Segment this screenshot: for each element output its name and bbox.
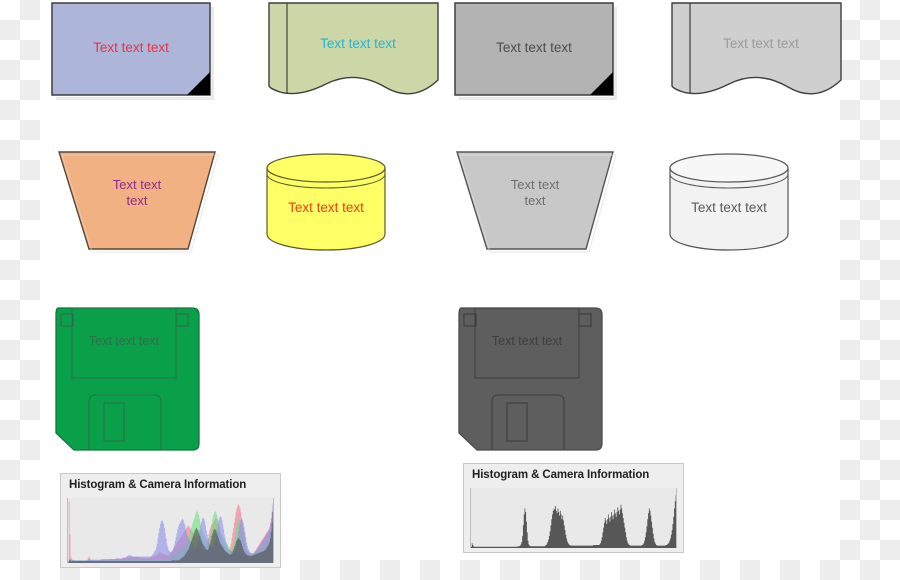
- shape-rectangle-folded-corner-color[interactable]: Text text text: [51, 2, 223, 100]
- shape-floppy-disk-gray[interactable]: Text text text: [453, 305, 609, 453]
- drop-shadow: [56, 97, 214, 100]
- shape-floppy-disk-color[interactable]: Text text text: [50, 305, 206, 453]
- histogram-panel-gray[interactable]: Histogram & Camera Information: [463, 463, 684, 553]
- histogram-title: Histogram & Camera Information: [69, 479, 247, 491]
- histogram-panel-color[interactable]: Histogram & Camera Information: [60, 473, 281, 568]
- cylinder-top-ellipse: [266, 153, 386, 183]
- drop-shadow: [459, 97, 617, 100]
- shape-cylinder-database-color[interactable]: Text text text: [265, 152, 391, 252]
- shape-inverted-trapezoid-gray[interactable]: Text text text: [456, 150, 620, 254]
- floppy-body: [55, 307, 200, 451]
- shape-inverted-trapezoid-color[interactable]: Text text text: [58, 150, 222, 254]
- document-body: [268, 2, 439, 95]
- histogram-series-luminance: [471, 495, 676, 548]
- trapezoid-body: [58, 151, 216, 250]
- floppy-body: [458, 307, 603, 451]
- trapezoid-body: [456, 151, 614, 250]
- histogram-title: Histogram & Camera Information: [472, 469, 650, 481]
- drop-shadow-right: [614, 7, 617, 97]
- cylinder-top-ellipse: [669, 153, 789, 183]
- shape-rectangle-folded-corner-gray[interactable]: Text text text: [454, 2, 626, 100]
- shape-document-wave-gray[interactable]: Text text text: [671, 2, 847, 102]
- drop-shadow-right: [211, 7, 214, 97]
- document-body: [671, 2, 842, 95]
- shape-document-wave-color[interactable]: Text text text: [268, 2, 444, 102]
- histogram-plot-gray: [470, 488, 677, 548]
- histogram-plot-color: [67, 498, 274, 563]
- shape-cylinder-database-gray[interactable]: Text text text: [668, 152, 794, 252]
- rect-body: [454, 2, 614, 96]
- shape-gallery: Text text text Text text text Text text …: [0, 0, 900, 580]
- rect-body: [51, 2, 211, 96]
